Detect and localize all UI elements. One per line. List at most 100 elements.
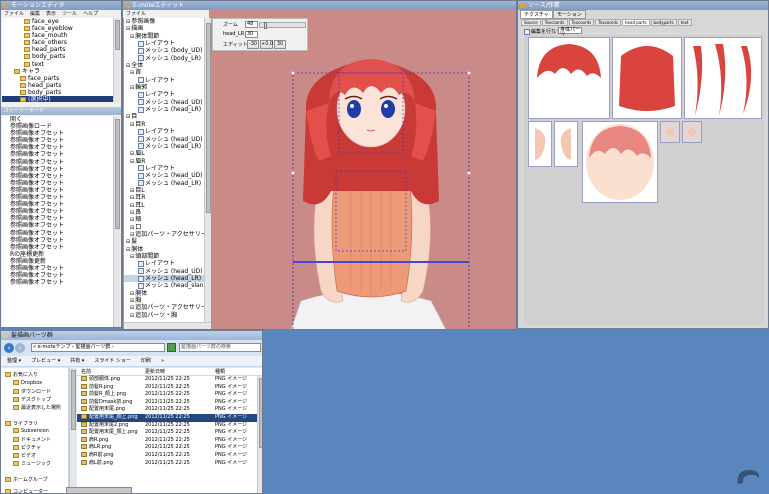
expand-icon[interactable]: ⊟ — [130, 298, 134, 304]
expand-icon[interactable]: ⊟ — [126, 247, 130, 253]
storyboard-item[interactable]: 参照画像オフセット — [2, 173, 113, 180]
toolbar-item[interactable]: 印刷 — [141, 358, 151, 364]
parts-tree-item[interactable]: ⊟目L — [124, 187, 204, 194]
tab-motion[interactable]: モーション — [552, 10, 586, 19]
parts-tree-item[interactable]: メッシュ (head_LR) — [124, 275, 204, 283]
node-checkbox[interactable] — [138, 136, 144, 142]
storyboard-item[interactable]: 参照画像オフセット — [2, 180, 113, 187]
storyboard-item[interactable]: 参照画像オフセット — [2, 265, 113, 272]
expand-icon[interactable]: ⊟ — [130, 151, 134, 157]
parts-tree-item[interactable]: レイアウト — [124, 165, 204, 172]
menu-edit[interactable]: 編集 — [30, 11, 40, 17]
parts-tree-item[interactable]: メッシュ (head_UD) — [124, 136, 204, 143]
part-ear-left[interactable] — [554, 121, 578, 167]
parts-tree-item[interactable]: メッシュ (head_LR) — [124, 143, 204, 150]
subtab[interactable]: Source — [521, 19, 541, 26]
parts-tree-item[interactable]: ⊟眉L — [124, 150, 204, 157]
node-checkbox[interactable] — [138, 143, 144, 150]
expand-icon[interactable]: ⊟ — [130, 188, 134, 194]
parts-tree-item[interactable]: レイアウト — [124, 91, 204, 98]
file-row[interactable]: 配置用末尾_顔上.png 2012/11/25 22:25 PNG イメージ — [77, 429, 262, 437]
parts-tree-hscrollbar[interactable] — [124, 322, 211, 329]
source-panel-titlebar[interactable]: ソース/作業 — [518, 1, 768, 10]
expand-icon[interactable]: ⊟ — [130, 195, 134, 201]
parts-tree-item[interactable]: メッシュ (head_UD) — [124, 172, 204, 179]
tab-texture[interactable]: テクスチャ — [520, 10, 553, 19]
storyboard-item[interactable]: 参照画像更新 — [2, 258, 113, 265]
layer-tree-scrollbar[interactable] — [113, 18, 120, 102]
nav-item[interactable]: ピクチャ — [13, 444, 41, 451]
emote-editor-titlebar[interactable]: E-moteエディット — [123, 1, 516, 10]
parts-tree-item[interactable]: メッシュ (head_slant) — [124, 282, 204, 289]
file-row[interactable]: 配置用末尾_顔上.png 2012/11/25 22:25 PNG イメージ — [77, 413, 262, 422]
tree-item[interactable]: face_mouth — [2, 32, 113, 39]
file-row[interactable]: 頭部胴体.png 2012/11/25 22:25 PNG イメージ — [77, 376, 262, 384]
column-name[interactable]: 名前 — [81, 368, 91, 376]
address-bar[interactable]: « e-moteテンプ › 髪描画パーツ群 › — [31, 343, 165, 352]
column-date[interactable]: 更新日時 — [145, 368, 165, 376]
storyboard-item[interactable]: Rの座標更新 — [2, 251, 113, 258]
nav-item[interactable]: ビデオ — [13, 452, 36, 459]
file-row[interactable]: 肩R前.png 2012/11/25 22:25 PNG イメージ — [77, 451, 262, 460]
expand-icon[interactable]: ⊟ — [130, 34, 134, 40]
toolbar-item[interactable]: 整理 ▾ — [7, 358, 21, 364]
storyboard-list[interactable]: 開く 参照画像ロード 参照画像オフセット 参照画像オフセット 参照画像オフセット 参照画像… — [2, 116, 113, 327]
expand-icon[interactable]: ⊟ — [130, 203, 134, 209]
nav-item[interactable]: Dropbox — [13, 380, 42, 386]
tree-item[interactable]: face_parts — [2, 75, 113, 82]
nav-item[interactable]: ドキュメント — [13, 436, 51, 443]
storyboard-item[interactable]: 参照画像オフセット — [2, 237, 113, 244]
parts-tree-item[interactable]: ⊟追加パーツ・アクセサリー — [124, 304, 204, 311]
tree-item[interactable]: text — [2, 61, 113, 68]
part-ear-right[interactable] — [528, 121, 552, 167]
parts-tree-item[interactable]: ⊟追加パーツ・胸 — [124, 312, 204, 319]
nav-item[interactable]: デスクトップ — [13, 396, 51, 403]
nav-item[interactable]: お気に入り — [5, 371, 38, 378]
node-checkbox[interactable] — [138, 165, 144, 172]
tree-item[interactable]: head_parts — [2, 82, 113, 89]
expand-icon[interactable]: ⊟ — [130, 210, 134, 216]
parts-tree-item[interactable]: メッシュ (body_UD) — [124, 47, 204, 54]
subtab[interactable]: Texcoords — [541, 19, 568, 26]
storyboard-item[interactable]: 参照画像オフセット — [2, 159, 113, 166]
node-checkbox[interactable] — [138, 180, 144, 187]
part-back-hair[interactable] — [612, 37, 682, 119]
motion-editor-titlebar[interactable]: モーションエディタ — [1, 1, 121, 10]
character-canvas[interactable] — [211, 51, 516, 330]
expand-icon[interactable]: ⊟ — [126, 239, 130, 245]
expand-icon[interactable]: ⊟ — [130, 225, 134, 231]
subtab[interactable]: bodyparts — [650, 19, 677, 26]
node-checkbox[interactable] — [138, 55, 144, 62]
node-checkbox[interactable] — [138, 91, 144, 98]
storyboard-item[interactable]: 参照画像オフセット — [2, 187, 113, 194]
refresh-icon[interactable] — [167, 343, 176, 352]
parts-select[interactable]: 身体パーツ — [558, 27, 582, 38]
expand-icon[interactable]: ⊟ — [130, 85, 134, 91]
node-checkbox[interactable] — [138, 99, 144, 106]
parts-tree-item[interactable]: メッシュ (head_LR) — [124, 180, 204, 187]
expand-icon[interactable]: ⊟ — [130, 217, 134, 223]
expand-icon[interactable]: ⊟ — [130, 70, 134, 76]
zoom-field[interactable]: 48 — [245, 21, 258, 28]
parts-tree-item[interactable]: ⊟描画 — [124, 25, 204, 32]
parts-tree-item[interactable]: ⊟髪 — [124, 238, 204, 245]
expand-icon[interactable]: ⊟ — [130, 291, 134, 297]
parts-tree-item[interactable]: ⊟耳R — [124, 194, 204, 201]
storyboard-item[interactable]: 参照画像オフセット — [2, 230, 113, 237]
menu-tools[interactable]: ツール — [62, 11, 77, 17]
edit-checkbox[interactable] — [524, 28, 530, 35]
parts-tree-item[interactable]: メッシュ (head_LR) — [124, 106, 204, 113]
file-row[interactable]: 肩L前.png 2012/11/25 22:25 PNG イメージ — [77, 459, 262, 468]
part-front-hair[interactable] — [528, 37, 610, 119]
head-lr-field[interactable]: 30 — [245, 31, 258, 38]
parts-tree-item[interactable]: レイアウト — [124, 260, 204, 267]
expand-icon[interactable]: ⊟ — [130, 305, 134, 311]
menu-help[interactable]: ヘルプ — [83, 11, 98, 17]
part-side-hair[interactable] — [684, 37, 762, 119]
parts-tree-item[interactable]: ⊟目 — [124, 113, 204, 120]
parts-tree-scrollbar[interactable] — [204, 18, 211, 322]
storyboard-scrollbar[interactable] — [113, 116, 120, 327]
part-small-2[interactable] — [682, 121, 702, 143]
tree-item[interactable]: face_others — [2, 39, 113, 46]
nav-item[interactable]: ミュージック — [13, 460, 51, 467]
